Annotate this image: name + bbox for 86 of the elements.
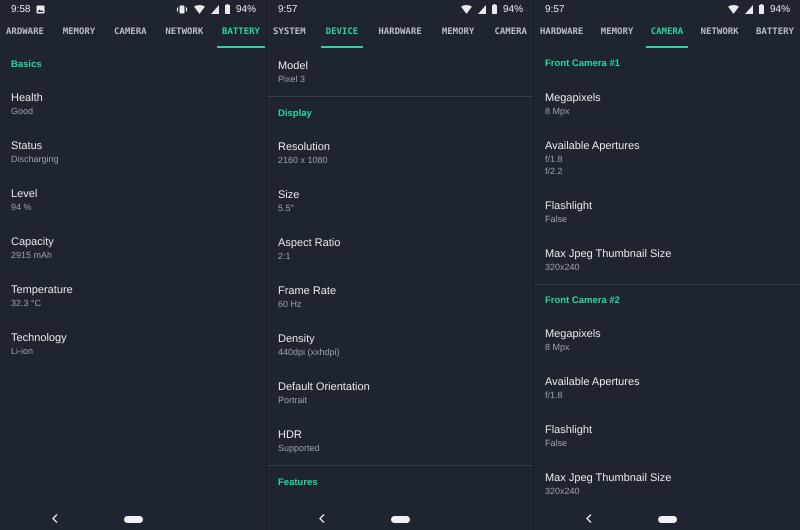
property-label: Max Jpeg Thumbnail Size	[545, 246, 672, 260]
section-header: Front Camera #2	[545, 294, 620, 306]
section-header: Front Camera #1	[545, 58, 620, 70]
signal-icon	[210, 4, 219, 14]
tab[interactable]: SYSTEM	[268, 18, 311, 48]
home-button[interactable]	[390, 516, 410, 522]
property-value: 8 Mpx	[545, 104, 570, 116]
property-label: Health	[11, 91, 43, 105]
property-value: 60 Hz	[278, 298, 302, 310]
property-label: Available Apertures	[545, 375, 640, 389]
battery-percent: 94%	[236, 4, 256, 14]
property-label: Megapixels	[545, 327, 601, 341]
clock-time: 9:58	[11, 4, 30, 14]
property-label: Status	[11, 139, 42, 153]
clock-time: 9:57	[278, 4, 298, 14]
property-label: Flashlight	[545, 423, 592, 437]
tab[interactable]: DEVICE	[320, 18, 364, 48]
section-header: Basics	[11, 58, 42, 70]
property-value: 2915 mAh	[11, 249, 52, 261]
back-icon[interactable]	[586, 514, 592, 523]
property-label: Resolution	[278, 140, 330, 154]
home-button[interactable]	[658, 516, 676, 522]
tab[interactable]: NETWORK	[696, 18, 744, 48]
property-label: Size	[278, 188, 300, 202]
property-value: Li-ion	[11, 345, 34, 357]
tab[interactable]: CAMERA	[489, 18, 532, 48]
tab[interactable]: HARDWARE	[373, 18, 427, 48]
property-value: Good	[11, 105, 34, 117]
property-value: 320x240	[545, 485, 580, 497]
back-icon[interactable]	[319, 514, 325, 523]
tab[interactable]: MEMORY	[596, 18, 638, 48]
property-label: Density	[278, 332, 315, 346]
property-label: Frame Rate	[278, 284, 336, 298]
property-value: False	[545, 437, 568, 449]
battery-icon	[224, 4, 230, 14]
property-label: Level	[11, 187, 38, 201]
tab[interactable]: CAMERA	[646, 18, 688, 48]
property-value: 8 Mpx	[545, 341, 570, 353]
tab[interactable]: MEMORY	[436, 18, 480, 48]
property-label: Model	[278, 59, 308, 73]
property-value: 32.3 °C	[11, 297, 42, 309]
property-label: Temperature	[11, 283, 73, 297]
tab[interactable]: NETWORK	[160, 18, 208, 48]
property-label: Default Orientation	[278, 380, 370, 394]
wifi-icon	[460, 4, 472, 14]
property-value: False	[545, 212, 568, 224]
tab[interactable]: ARDWARE	[1, 18, 49, 48]
property-value: 94 %	[11, 201, 32, 213]
wifi-icon	[194, 4, 205, 14]
tab[interactable]: CAMERA	[109, 18, 152, 48]
tab[interactable]: MEMORY	[58, 18, 100, 48]
property-value: f/1.8	[545, 389, 563, 401]
tab[interactable]: HARDWARE	[535, 18, 588, 48]
back-icon[interactable]	[52, 514, 58, 523]
property-value: 320x240	[545, 260, 580, 272]
clock-time: 9:57	[545, 4, 564, 14]
signal-icon	[744, 4, 753, 14]
property-value: 440dpi (xxhdpi)	[278, 346, 340, 358]
property-value: Pixel 3	[278, 73, 306, 85]
section-header: Display	[278, 108, 312, 118]
property-label: Flashlight	[545, 198, 592, 212]
signal-icon	[478, 4, 486, 14]
tab[interactable]: BATTERY	[751, 18, 799, 48]
battery-percent: 94%	[770, 4, 790, 14]
battery-percent: 94%	[502, 4, 523, 14]
property-label: Technology	[11, 331, 67, 345]
property-value: 2:1	[278, 250, 291, 262]
property-value: Portrait	[278, 394, 308, 406]
battery-icon	[758, 4, 764, 14]
property-label: Max Jpeg Thumbnail Size	[545, 471, 672, 485]
property-value: Discharging	[11, 153, 59, 165]
property-value: f/2.2	[545, 164, 563, 176]
property-label: HDR	[278, 428, 302, 442]
property-label: Capacity	[11, 235, 54, 249]
property-label: Aspect Ratio	[278, 236, 340, 250]
property-value: 2160 x 1080	[278, 154, 328, 166]
home-button[interactable]	[124, 516, 142, 522]
wifi-icon	[728, 4, 739, 14]
property-value: 5.5"	[278, 202, 294, 214]
tab[interactable]: BATTERY	[217, 18, 265, 48]
property-label: Available Apertures	[545, 138, 640, 152]
property-label: Megapixels	[545, 90, 601, 104]
property-value: Supported	[278, 442, 320, 454]
battery-icon	[492, 4, 497, 14]
property-value: f/1.8	[545, 152, 563, 164]
section-header: Features	[278, 476, 318, 488]
